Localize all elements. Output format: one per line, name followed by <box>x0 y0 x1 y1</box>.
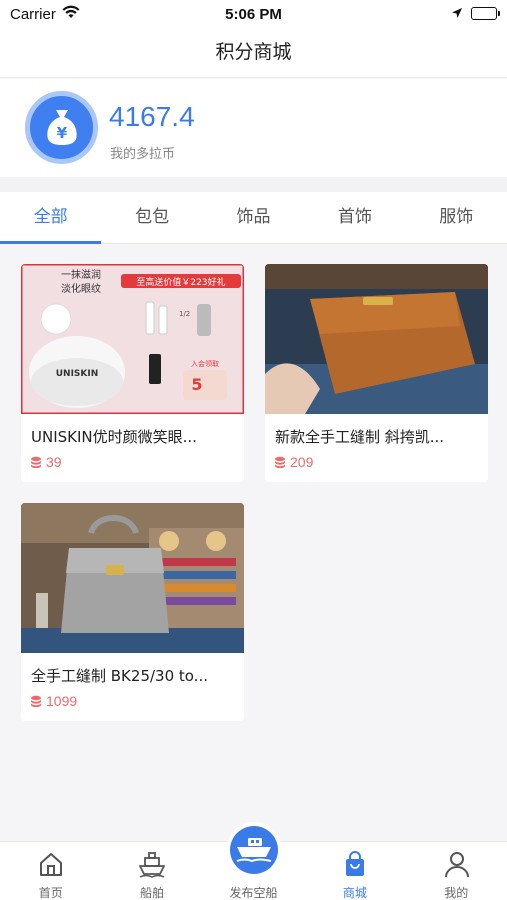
svg-text:UNISKIN: UNISKIN <box>56 369 99 379</box>
ship-icon <box>138 850 166 882</box>
product-name: 新款全手工缝制 斜挎凯... <box>275 428 445 446</box>
product-image: 至高送价值￥223好礼 一抹滋润 淡化眼纹 UNISKIN 1/2 入会领取 5 <box>21 264 244 414</box>
product-price: 1099 <box>31 693 77 709</box>
tabbar-label: 首页 <box>38 886 63 900</box>
tabbar-item-home[interactable]: 首页 <box>0 842 101 900</box>
clock: 5:06 PM <box>225 6 282 23</box>
product-name: UNISKIN优时颜微笑眼... <box>31 428 197 446</box>
coin-balance-panel: ¥ 4167.4 我的多拉币 <box>0 79 507 177</box>
profile-icon <box>443 850 471 882</box>
section-divider <box>0 177 507 192</box>
coins-icon <box>31 456 41 468</box>
product-name: 全手工缝制 BK25/30 to... <box>31 667 208 685</box>
tab-bags[interactable]: 包包 <box>101 192 202 243</box>
tabbar-label: 发布空船 <box>229 886 278 900</box>
tab-jewelry[interactable]: 首饰 <box>304 192 405 243</box>
money-bag-icon: ¥ <box>25 91 98 164</box>
home-icon <box>37 850 65 882</box>
category-tabs: 全部 包包 饰品 首饰 服饰 <box>0 192 507 244</box>
svg-text:入会领取: 入会领取 <box>191 359 219 368</box>
coin-balance-label: 我的多拉币 <box>110 147 176 162</box>
publish-ship-icon <box>236 838 272 863</box>
product-card[interactable]: 新款全手工缝制 斜挎凯... 209 <box>265 264 488 482</box>
tabbar-label: 商城 <box>342 886 367 900</box>
svg-text:一抹滋润: 一抹滋润 <box>61 268 101 281</box>
product-price: 209 <box>275 454 313 470</box>
product-card[interactable]: 至高送价值￥223好礼 一抹滋润 淡化眼纹 UNISKIN 1/2 入会领取 5… <box>21 264 244 482</box>
product-card[interactable]: 全手工缝制 BK25/30 to... 1099 <box>21 503 244 721</box>
svg-text:1/2: 1/2 <box>179 310 190 318</box>
tabbar-item-ships[interactable]: 船舶 <box>101 842 202 900</box>
tabbar-label: 船舶 <box>140 886 165 900</box>
product-price: 39 <box>31 454 62 470</box>
product-image <box>265 264 488 414</box>
tab-clothing[interactable]: 服饰 <box>406 192 507 243</box>
shopping-bag-icon <box>341 850 369 882</box>
coins-icon <box>275 456 285 468</box>
battery-icon <box>471 7 500 20</box>
svg-text:淡化眼纹: 淡化眼纹 <box>61 282 101 295</box>
product-image <box>21 503 244 653</box>
coin-balance-amount: 4167.4 <box>109 101 195 132</box>
price-value: 209 <box>290 454 314 470</box>
svg-text:5: 5 <box>191 375 202 394</box>
price-value: 39 <box>46 454 62 470</box>
coins-icon <box>31 695 41 707</box>
price-value: 1099 <box>46 693 78 709</box>
location-arrow-icon <box>451 6 463 24</box>
tabbar-item-mall[interactable]: 商城 <box>304 842 405 900</box>
navigation-bar: 积分商城 <box>0 28 507 78</box>
status-bar: Carrier 5:06 PM <box>0 0 507 28</box>
tabbar-label: 我的 <box>444 886 469 900</box>
tab-all[interactable]: 全部 <box>0 192 102 244</box>
tab-accessories[interactable]: 饰品 <box>203 192 304 243</box>
svg-text:至高送价值￥223好礼: 至高送价值￥223好礼 <box>136 276 225 288</box>
page-title: 积分商城 <box>215 41 292 63</box>
tabbar-item-profile[interactable]: 我的 <box>406 842 507 900</box>
coin-symbol: ¥ <box>57 124 68 142</box>
publish-ship-button[interactable] <box>226 822 282 878</box>
